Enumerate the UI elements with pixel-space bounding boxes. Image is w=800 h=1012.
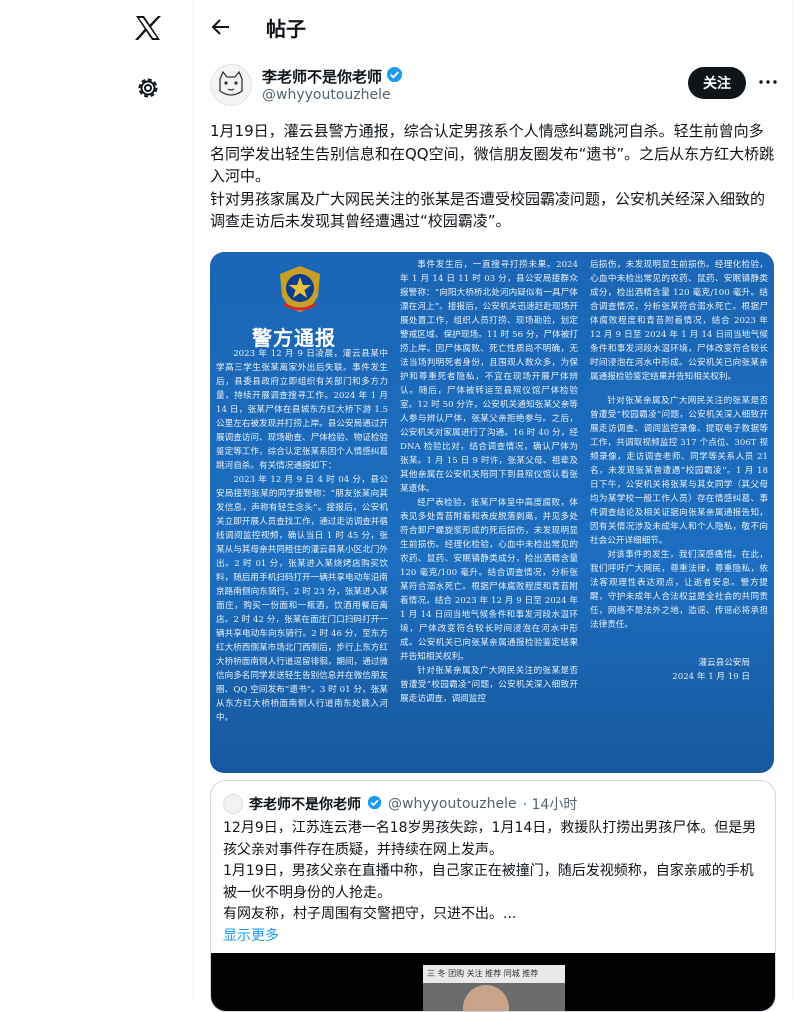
video-thumbnail: 三 冬 团购 关注 推荐 同城 推荐 xyxy=(423,965,565,1011)
more-horizontal-icon[interactable] xyxy=(754,68,782,96)
quoted-tweet[interactable]: 李老师不是你老师 @whyyoutouzhele · 14小时 12月9日，江苏… xyxy=(210,780,776,1012)
notice-paragraph: 2023 年 12 月 9 日 4 时 04 分，县公安局接到张某的同学报警称：… xyxy=(216,475,388,723)
notice-paragraph: 2023 年 12 月 9 日凌晨，灌云县某中学高三学生张某离家外出后失联。事件… xyxy=(216,349,388,471)
quoted-tweet-text: 12月9日，江苏连云港一名18岁男孩失踪，1月14日，救援队打捞出男孩尸体。但是… xyxy=(223,818,763,947)
person-face xyxy=(463,985,509,1011)
tweet-text: 1月19日，灌云县警方通报，综合认定男孩系个人情感纠葛跳河自杀。轻生前曾向多名同… xyxy=(210,120,778,233)
police-notice-image[interactable]: 警方通报 2023 年 12 月 9 日凌晨，灌云县某中学高三学生张某离家外出后… xyxy=(210,252,774,773)
tweet-paragraph: 1月19日，灌云县警方通报，综合认定男孩系个人情感纠葛跳河自杀。轻生前曾向多名同… xyxy=(210,122,775,185)
video-app-bar: 三 冬 团购 关注 推荐 同城 推荐 xyxy=(423,965,565,983)
post-column: 帖子 李老师不是你老师 @whyyoutouzhele 关注 1月19日，灌云县… xyxy=(194,0,793,1012)
quoted-time: · 14小时 xyxy=(522,797,578,813)
quoted-avatar xyxy=(223,794,243,814)
author-name-text: 李老师不是你老师 xyxy=(262,68,383,86)
verified-badge-icon xyxy=(367,795,382,814)
verified-badge-icon xyxy=(386,66,403,87)
police-emblem-icon xyxy=(276,264,324,318)
quoted-paragraph: 有网友称，村子周围有交警把守，只进不出。... xyxy=(223,906,517,922)
quoted-paragraph: 1月19日，男孩父亲在直播中称，自己家正在被撞门，随后发视频称，自家亲戚的手机被… xyxy=(223,863,754,901)
notice-paragraph: 针对张某亲属及广大网民关注的张某是否曾遭受“校园霸凌”问题，公安机关深入细致开展… xyxy=(400,666,578,704)
quoted-author-name: 李老师不是你老师 xyxy=(249,797,361,813)
x-logo-icon[interactable] xyxy=(130,10,166,46)
notice-column-3: 后损伤，未发现明显生前损伤。经理化检验，心血中未检出常见的农药、鼠药、安眠镇静类… xyxy=(590,258,768,766)
notice-signature: 灌云县公安局 xyxy=(698,658,750,668)
avatar[interactable] xyxy=(210,64,252,106)
notice-date: 2024 年 1 月 19 日 xyxy=(672,672,750,682)
notice-paragraph: 后损伤，未发现明显生前损伤。经理化检验，心血中未检出常见的农药、鼠药、安眠镇静类… xyxy=(590,260,768,382)
quoted-paragraph: 12月9日，江苏连云港一名18岁男孩失踪，1月14日，救援队打捞出男孩尸体。但是… xyxy=(223,820,757,858)
notice-paragraph: 对该事件的发生，我们深感痛惜。在此，我们呼吁广大网民，尊重法律，尊重隐私，依法客… xyxy=(590,550,768,630)
author-name[interactable]: 李老师不是你老师 xyxy=(262,66,403,87)
show-more-link[interactable]: 显示更多 xyxy=(223,928,279,944)
quoted-author-handle: @whyyoutouzhele xyxy=(388,796,517,812)
quoted-media[interactable]: 三 冬 团购 关注 推荐 同城 推荐 xyxy=(211,953,775,1011)
notice-paragraph: 事件发生后，一直搜寻打捞未果。2024 年 1 月 14 日 11 时 03 分… xyxy=(400,260,578,494)
notice-paragraph: 经尸表检验，张某尸体呈中高度腐败，体表见多处青苔附着和表皮脱落剥离，并见多处符合… xyxy=(400,498,578,662)
left-navigation xyxy=(0,0,194,1000)
follow-button[interactable]: 关注 xyxy=(688,67,746,99)
notice-column-1: 2023 年 12 月 9 日凌晨，灌云县某中学高三学生张某离家外出后失联。事件… xyxy=(216,347,388,767)
author-handle[interactable]: @whyyoutouzhele xyxy=(262,87,391,103)
tweet-paragraph: 针对男孩家属及广大网民关注的张某是否遭受校园霸凌问题，公安机关经深入细致的调查走… xyxy=(210,189,766,231)
notice-paragraph: 针对张某亲属及广大网民关注的张某是否曾遭受“校园霸凌”问题，公安机关深入细致开展… xyxy=(590,396,768,546)
author-row: 李老师不是你老师 @whyyoutouzhele 关注 xyxy=(194,54,792,116)
post-header: 帖子 xyxy=(194,0,792,54)
arrow-left-icon[interactable] xyxy=(206,12,236,42)
notice-column-2: 事件发生后，一直搜寻打捞未果。2024 年 1 月 14 日 11 时 03 分… xyxy=(400,258,578,770)
quoted-tweet-header: 李老师不是你老师 @whyyoutouzhele · 14小时 xyxy=(223,794,577,814)
page-title: 帖子 xyxy=(266,17,306,41)
gear-icon[interactable] xyxy=(130,70,166,106)
